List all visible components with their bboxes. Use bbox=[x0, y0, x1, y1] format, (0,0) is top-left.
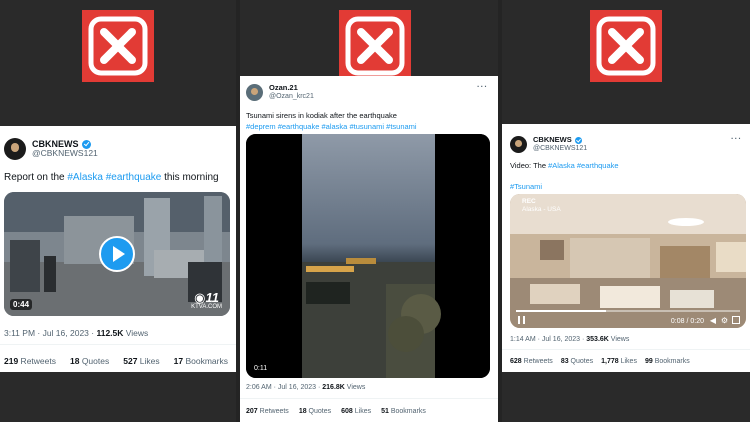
hashtag-link[interactable]: #earthquake bbox=[278, 122, 320, 131]
display-name[interactable]: CBKNEWS bbox=[533, 136, 572, 145]
hashtag-link[interactable]: #Alaska bbox=[548, 161, 575, 170]
divider bbox=[502, 349, 750, 350]
retweets-count[interactable]: 219 Retweets bbox=[4, 356, 56, 366]
display-name[interactable]: Ozan.21 bbox=[269, 84, 298, 93]
avatar[interactable] bbox=[4, 138, 26, 160]
settings-gear-icon[interactable]: ⚙ bbox=[721, 316, 728, 325]
handle[interactable]: @Ozan_krc21 bbox=[269, 93, 314, 101]
quotes-count[interactable]: 83 Quotes bbox=[561, 358, 593, 365]
tweet-text: Report on the #Alaska #earthquake this m… bbox=[4, 172, 219, 183]
fake-x-badge-icon bbox=[82, 10, 154, 82]
hashtag-link[interactable]: #tusunami bbox=[349, 122, 384, 131]
divider bbox=[240, 398, 498, 399]
video-duration: 0:44 bbox=[10, 299, 33, 310]
avatar[interactable] bbox=[246, 84, 263, 101]
hashtag-link[interactable]: #alaska bbox=[322, 122, 348, 131]
tweet-card: CBKNEWS @CBKNEWS121 Report on the #Alask… bbox=[0, 126, 236, 372]
video-progress-fill bbox=[516, 310, 606, 312]
tweet-stats: 628 Retweets 83 Quotes 1,778 Likes 99 Bo… bbox=[510, 358, 690, 365]
retweets-count[interactable]: 628 Retweets bbox=[510, 358, 553, 365]
fake-x-badge-icon bbox=[590, 10, 662, 82]
hashtag-link[interactable]: #Alaska bbox=[67, 172, 103, 183]
fullscreen-icon[interactable] bbox=[732, 316, 740, 324]
video-player[interactable]: REC Alaska - USA 0:08 / 0:20 ◀ ⚙ bbox=[510, 194, 746, 328]
tweet-header: Ozan.21 @Ozan_krc21 bbox=[246, 84, 314, 101]
hashtag-link[interactable]: #tsunami bbox=[386, 122, 416, 131]
likes-count[interactable]: 608 Likes bbox=[341, 408, 371, 415]
tweet-header: CBKNEWS @CBKNEWS121 bbox=[510, 136, 587, 153]
handle[interactable]: @CBKNEWS121 bbox=[32, 149, 98, 159]
tweet-timestamp[interactable]: 1:14 AM · Jul 16, 2023 · 353.6K Views bbox=[510, 336, 629, 343]
tweet-stats: 219 Retweets 18 Quotes 527 Likes 17 Book… bbox=[4, 356, 228, 366]
video-duration: 0:11 bbox=[254, 365, 268, 372]
tweet-timestamp[interactable]: 2:06 AM · Jul 16, 2023 · 216.8K Views bbox=[246, 384, 365, 391]
tweet-text: Tsunami sirens in kodiak after the earth… bbox=[246, 111, 417, 132]
verified-badge-icon bbox=[81, 139, 91, 149]
avatar[interactable] bbox=[510, 136, 527, 153]
likes-count[interactable]: 527 Likes bbox=[123, 356, 159, 366]
tweet-text: Video: The #Alaska #earthquake #Tsunami bbox=[510, 161, 619, 191]
verified-badge-icon bbox=[574, 136, 582, 144]
more-options-icon[interactable]: ··· bbox=[477, 82, 488, 91]
more-options-icon[interactable]: ··· bbox=[731, 134, 742, 143]
location-label: Alaska - USA bbox=[522, 206, 561, 213]
tweet-header: CBKNEWS @CBKNEWS121 bbox=[4, 138, 98, 160]
video-player[interactable]: 0:11 bbox=[246, 134, 490, 378]
tweet-timestamp[interactable]: 3:11 PM · Jul 16, 2023 · 112.5K Views bbox=[4, 328, 148, 338]
video-player[interactable]: 0:44 ◉11 KTVA.COM bbox=[4, 192, 230, 316]
hashtag-link[interactable]: #earthquake bbox=[577, 161, 619, 170]
play-button-icon[interactable] bbox=[99, 236, 135, 272]
bookmarks-count[interactable]: 51 Bookmarks bbox=[381, 408, 426, 415]
panel-left: CBKNEWS @CBKNEWS121 Report on the #Alask… bbox=[0, 0, 236, 422]
fake-x-badge-icon bbox=[339, 10, 411, 82]
hashtag-link[interactable]: #deprem bbox=[246, 122, 276, 131]
video-progress-track[interactable] bbox=[516, 310, 740, 312]
video-thumbnail bbox=[510, 194, 746, 328]
rec-label: REC bbox=[522, 198, 536, 205]
tweet-card: CBKNEWS @CBKNEWS121 ··· Video: The #Alas… bbox=[502, 124, 750, 372]
panel-center: Ozan.21 @Ozan_krc21 ··· Tsunami sirens i… bbox=[240, 0, 498, 422]
retweets-count[interactable]: 207 Retweets bbox=[246, 408, 289, 415]
panel-right: CBKNEWS @CBKNEWS121 ··· Video: The #Alas… bbox=[502, 0, 750, 422]
hashtag-link[interactable]: #Tsunami bbox=[510, 182, 542, 191]
pause-icon[interactable] bbox=[518, 316, 525, 324]
tweet-card: Ozan.21 @Ozan_krc21 ··· Tsunami sirens i… bbox=[240, 76, 498, 422]
quotes-count[interactable]: 18 Quotes bbox=[70, 356, 109, 366]
video-thumbnail bbox=[246, 134, 490, 378]
hashtag-link[interactable]: #earthquake bbox=[106, 172, 162, 183]
tweet-stats: 207 Retweets 18 Quotes 608 Likes 51 Book… bbox=[246, 408, 426, 415]
handle[interactable]: @CBKNEWS121 bbox=[533, 145, 587, 153]
ktva-logo: ◉11 KTVA.COM bbox=[191, 290, 222, 310]
volume-icon[interactable]: ◀ bbox=[710, 316, 716, 325]
bookmarks-count[interactable]: 99 Bookmarks bbox=[645, 358, 690, 365]
likes-count[interactable]: 1,778 Likes bbox=[601, 358, 637, 365]
divider bbox=[0, 344, 236, 345]
bookmarks-count[interactable]: 17 Bookmarks bbox=[174, 356, 228, 366]
quotes-count[interactable]: 18 Quotes bbox=[299, 408, 331, 415]
video-time: 0:08 / 0:20 bbox=[670, 318, 704, 325]
